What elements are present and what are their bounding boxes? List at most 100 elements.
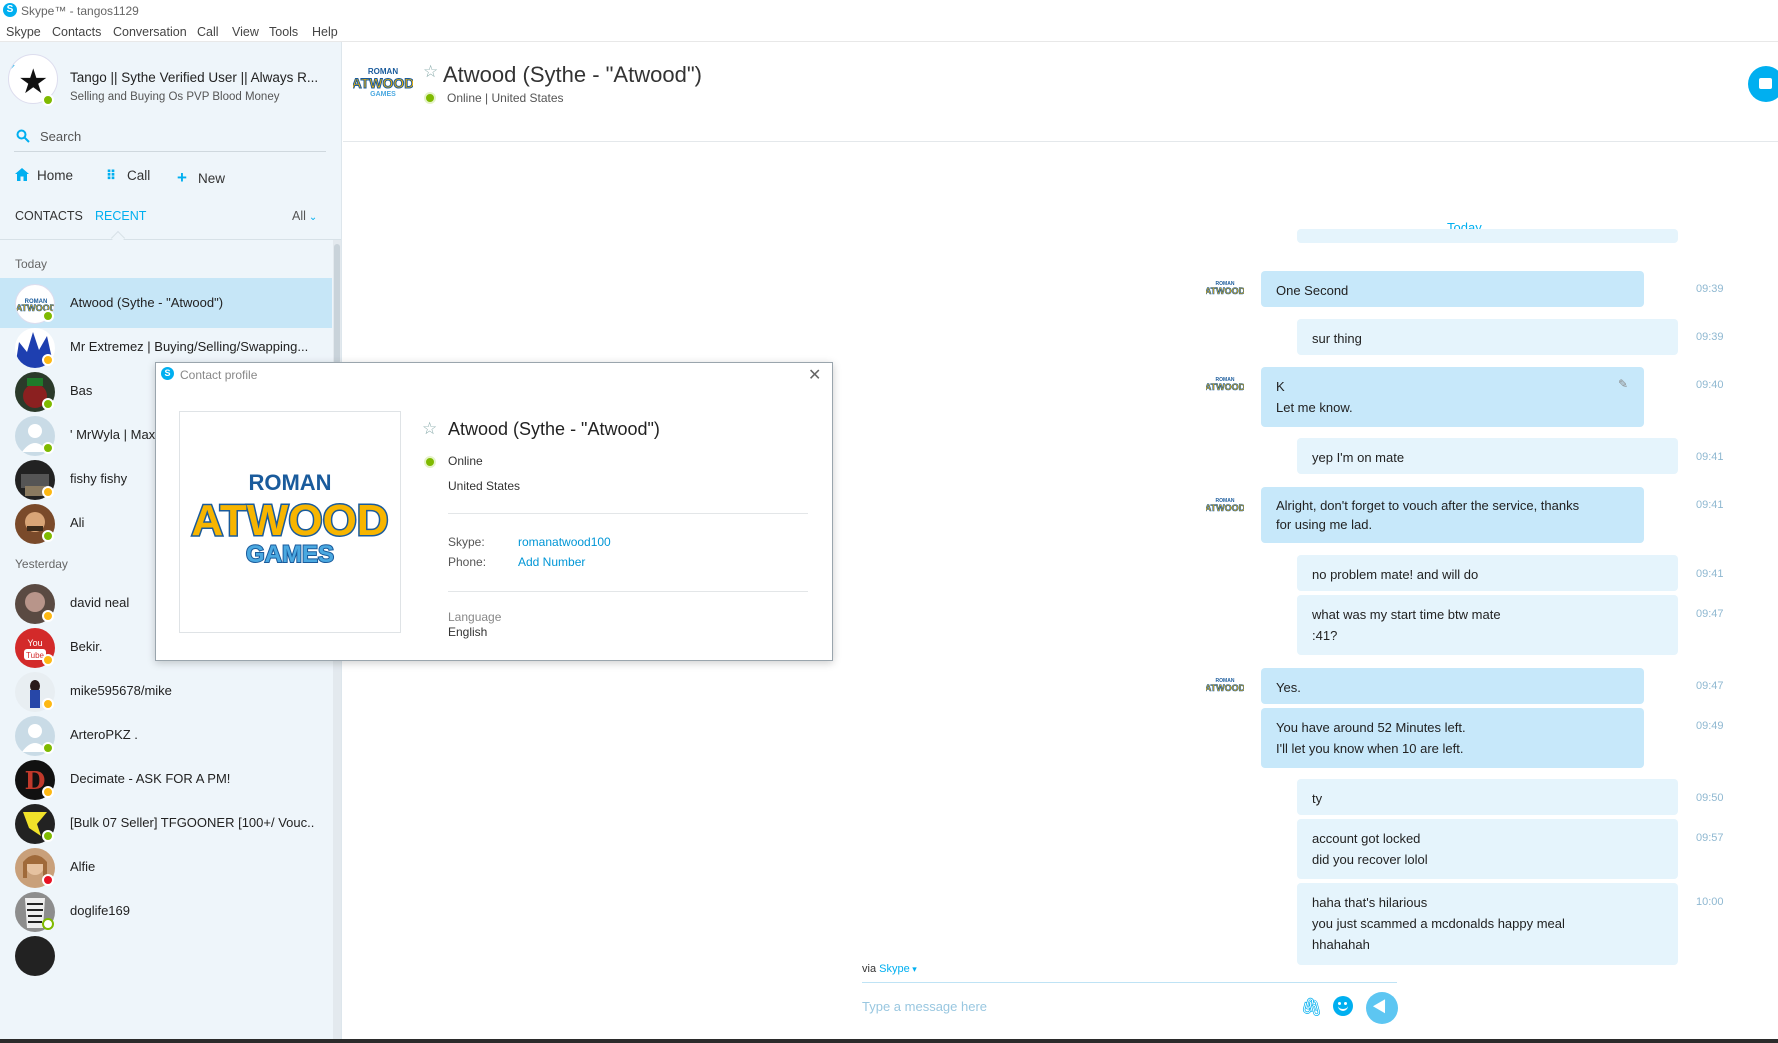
list-tabs: CONTACTS RECENT All ⌄ xyxy=(0,202,341,246)
contact-item[interactable]: D Decimate - ASK FOR A PM! xyxy=(0,754,332,804)
contact-name: doglife169 xyxy=(70,903,130,918)
emoticon-icon[interactable] xyxy=(1333,996,1353,1016)
message-text: You have around 52 Minutes left. xyxy=(1276,720,1466,735)
via-service-selector[interactable]: via Skype ▾ xyxy=(862,963,917,975)
my-mood-message[interactable]: Selling and Buying Os PVP Blood Money xyxy=(70,91,279,103)
favorite-star-icon[interactable]: ☆ xyxy=(423,62,438,82)
message-bubble[interactable]: You have around 52 Minutes left. I'll le… xyxy=(1261,708,1644,768)
contact-item[interactable]: doglife169 xyxy=(0,886,332,936)
message-bubble[interactable]: K Let me know. ✎ xyxy=(1261,367,1644,427)
svg-text:ATWOOD: ATWOOD xyxy=(1206,286,1244,296)
contact-name: [Bulk 07 Seller] TFGOONER [100+/ Vouc... xyxy=(70,815,315,830)
sender-avatar[interactable]: ROMAN ATWOOD xyxy=(1205,374,1246,396)
message-bubble-partial xyxy=(1297,229,1678,243)
skype-id-link[interactable]: romanatwood100 xyxy=(518,535,611,549)
dialpad-icon: ⠿ xyxy=(105,168,117,183)
avatar xyxy=(15,936,55,976)
message-time: 09:41 xyxy=(1696,451,1724,463)
contact-item[interactable]: ROMAN ATWOOD Atwood (Sythe - "Atwood") xyxy=(0,278,332,328)
message-time: 09:39 xyxy=(1696,331,1724,343)
video-call-button[interactable] xyxy=(1748,66,1778,102)
menu-conversation[interactable]: Conversation xyxy=(113,25,187,39)
message-text: no problem mate! and will do xyxy=(1312,567,1479,582)
contact-item[interactable]: mike595678/mike xyxy=(0,666,332,716)
skype-logo-icon: S xyxy=(161,367,174,380)
add-number-link[interactable]: Add Number xyxy=(518,555,585,569)
language-value: English xyxy=(448,625,488,639)
chevron-down-icon: ⌄ xyxy=(308,212,318,223)
menu-skype[interactable]: Skype xyxy=(6,25,41,39)
contact-item[interactable]: ArteroPKZ . xyxy=(0,710,332,760)
message-bubble[interactable]: Yes. xyxy=(1261,668,1644,704)
via-service[interactable]: Skype xyxy=(879,963,910,975)
message-time: 09:47 xyxy=(1696,608,1724,620)
message-bubble[interactable]: One Second xyxy=(1261,271,1644,307)
message-input[interactable]: Type a message here xyxy=(862,999,987,1014)
status-away-icon xyxy=(42,786,54,798)
status-away-icon xyxy=(42,698,54,710)
conversation-title[interactable]: Atwood (Sythe - "Atwood") xyxy=(443,62,702,88)
message-time: 09:50 xyxy=(1696,792,1724,804)
message-text: ty xyxy=(1312,791,1323,806)
filter-dropdown[interactable]: All ⌄ xyxy=(292,209,317,223)
status-online-icon xyxy=(42,530,54,542)
logo-text-roman: ROMAN xyxy=(248,470,331,495)
home-button[interactable]: Home xyxy=(15,168,73,183)
message-bubble[interactable]: yep I'm on mate xyxy=(1297,438,1678,474)
contact-avatar[interactable]: ROMAN ATWOOD GAMES xyxy=(351,64,415,98)
my-display-name[interactable]: Tango || Sythe Verified User || Always R… xyxy=(70,70,318,85)
contact-item[interactable] xyxy=(0,930,332,980)
new-button[interactable]: + New xyxy=(174,168,225,188)
status-busy-icon xyxy=(42,874,54,886)
scrollbar-thumb[interactable] xyxy=(334,244,340,364)
message-bubble[interactable]: account got locked did you recover lolol xyxy=(1297,819,1678,879)
sender-avatar[interactable]: ROMAN ATWOOD xyxy=(1205,675,1246,697)
menu-tools[interactable]: Tools xyxy=(269,25,298,39)
favorite-star-icon[interactable]: ☆ xyxy=(422,419,437,439)
contact-name: Atwood (Sythe - "Atwood") xyxy=(70,295,224,310)
plus-icon: + xyxy=(177,168,187,187)
my-status-icon[interactable] xyxy=(42,94,54,106)
conversation-header: ROMAN ATWOOD GAMES ☆ Atwood (Sythe - "Atwo… xyxy=(343,42,1778,142)
contact-profile-picture: ROMAN ATWOOD GAMES xyxy=(179,411,401,633)
tab-contacts[interactable]: CONTACTS xyxy=(15,209,83,223)
compose-area: Type a message here 🖇 xyxy=(862,982,1398,1028)
close-icon[interactable]: ✕ xyxy=(808,365,821,385)
message-time: 09:39 xyxy=(1696,283,1724,295)
via-label: via xyxy=(862,963,877,975)
my-profile[interactable]: ★ Tango || Sythe Verified User || Always… xyxy=(0,42,341,117)
message-bubble[interactable]: no problem mate! and will do xyxy=(1297,555,1678,591)
send-button[interactable] xyxy=(1366,992,1398,1024)
message-bubble[interactable]: sur thing xyxy=(1297,319,1678,355)
sender-avatar[interactable]: ROMAN ATWOOD xyxy=(1205,278,1246,300)
attach-icon[interactable]: 🖇 xyxy=(1300,997,1323,1018)
contact-item[interactable]: [Bulk 07 Seller] TFGOONER [100+/ Vouc... xyxy=(0,798,332,848)
message-bubble[interactable]: ty xyxy=(1297,779,1678,815)
message-bubble[interactable]: what was my start time btw mate :41? xyxy=(1297,595,1678,655)
section-today: Today xyxy=(15,257,48,271)
menu-help[interactable]: Help xyxy=(312,25,338,39)
tab-recent[interactable]: RECENT xyxy=(95,209,146,223)
contact-name: ArteroPKZ . xyxy=(70,727,138,742)
search-input[interactable]: Search xyxy=(14,122,326,152)
menu-contacts[interactable]: Contacts xyxy=(52,25,101,39)
filter-label: All xyxy=(292,209,306,223)
message-bubble[interactable]: haha that's hilarious you just scammed a… xyxy=(1297,883,1678,965)
message-bubble[interactable]: Alright, don't forget to vouch after the… xyxy=(1261,487,1644,543)
menu-view[interactable]: View xyxy=(232,25,259,39)
message-text: K xyxy=(1276,379,1285,394)
message-text: account got locked xyxy=(1312,831,1421,846)
message-text: yep I'm on mate xyxy=(1312,450,1405,465)
status-online-icon xyxy=(42,830,54,842)
message-text: haha that's hilarious xyxy=(1312,895,1428,910)
call-button[interactable]: ⠿ Call xyxy=(103,168,151,184)
status-online-icon xyxy=(42,310,54,322)
sender-avatar[interactable]: ROMAN ATWOOD xyxy=(1205,495,1246,517)
contact-item[interactable]: Alfie xyxy=(0,842,332,892)
status-away-icon xyxy=(42,610,54,622)
message-text: Alright, don't forget to vouch after the… xyxy=(1276,498,1580,513)
status-offline-icon xyxy=(42,918,54,930)
contact-name: Decimate - ASK FOR A PM! xyxy=(70,771,231,786)
menu-call[interactable]: Call xyxy=(197,25,219,39)
svg-text:ATWOOD: ATWOOD xyxy=(1206,683,1244,693)
